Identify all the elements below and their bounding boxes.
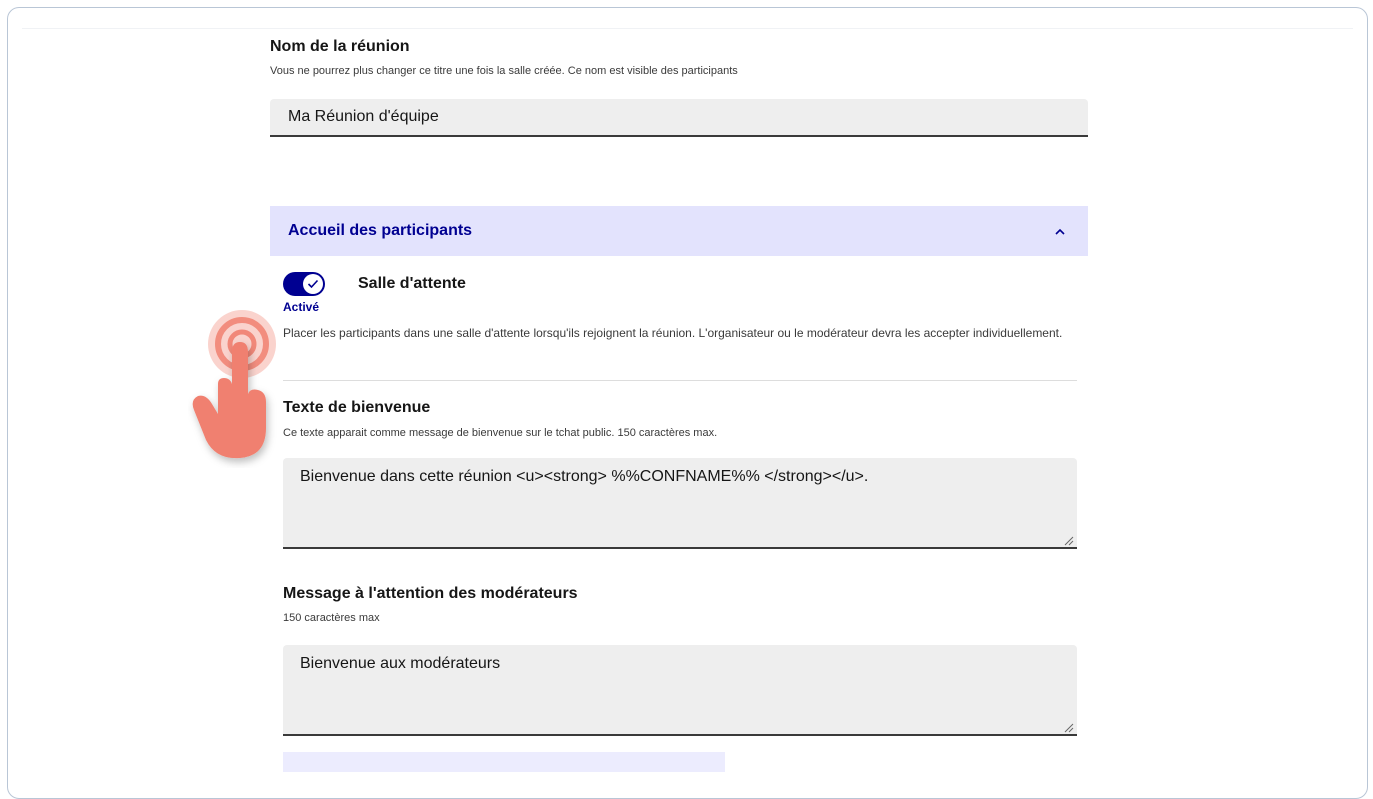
chevron-up-icon[interactable] bbox=[1050, 221, 1070, 241]
resize-grip-icon[interactable] bbox=[1062, 534, 1074, 546]
accordion-participants-welcome[interactable]: Accueil des participants bbox=[270, 206, 1088, 256]
meeting-name-label: Nom de la réunion bbox=[270, 38, 410, 55]
meeting-name-input[interactable] bbox=[270, 99, 1088, 137]
next-section-header bbox=[283, 752, 725, 772]
welcome-text-label: Texte de bienvenue bbox=[283, 399, 431, 416]
moderator-message-label: Message à l'attention des modérateurs bbox=[283, 585, 578, 602]
toggle-state-label: Activé bbox=[283, 300, 320, 314]
waiting-room-toggle[interactable] bbox=[283, 272, 325, 296]
waiting-room-description: Placer les participants dans une salle d… bbox=[283, 326, 1063, 340]
toggle-knob bbox=[303, 274, 323, 294]
check-icon bbox=[307, 279, 319, 289]
waiting-room-label: Salle d'attente bbox=[358, 275, 466, 292]
moderator-message-textarea[interactable]: Bienvenue aux modérateurs bbox=[283, 645, 1077, 736]
meeting-name-hint: Vous ne pourrez plus changer ce titre un… bbox=[270, 65, 738, 77]
resize-grip-icon[interactable] bbox=[1062, 721, 1074, 733]
accordion-title: Accueil des participants bbox=[288, 222, 473, 239]
top-divider bbox=[22, 28, 1353, 29]
welcome-text-textarea[interactable]: Bienvenue dans cette réunion <u><strong>… bbox=[283, 458, 1077, 549]
welcome-text-hint: Ce texte apparait comme message de bienv… bbox=[283, 427, 718, 439]
section-divider bbox=[283, 380, 1077, 381]
moderator-message-hint: 150 caractères max bbox=[283, 612, 380, 624]
